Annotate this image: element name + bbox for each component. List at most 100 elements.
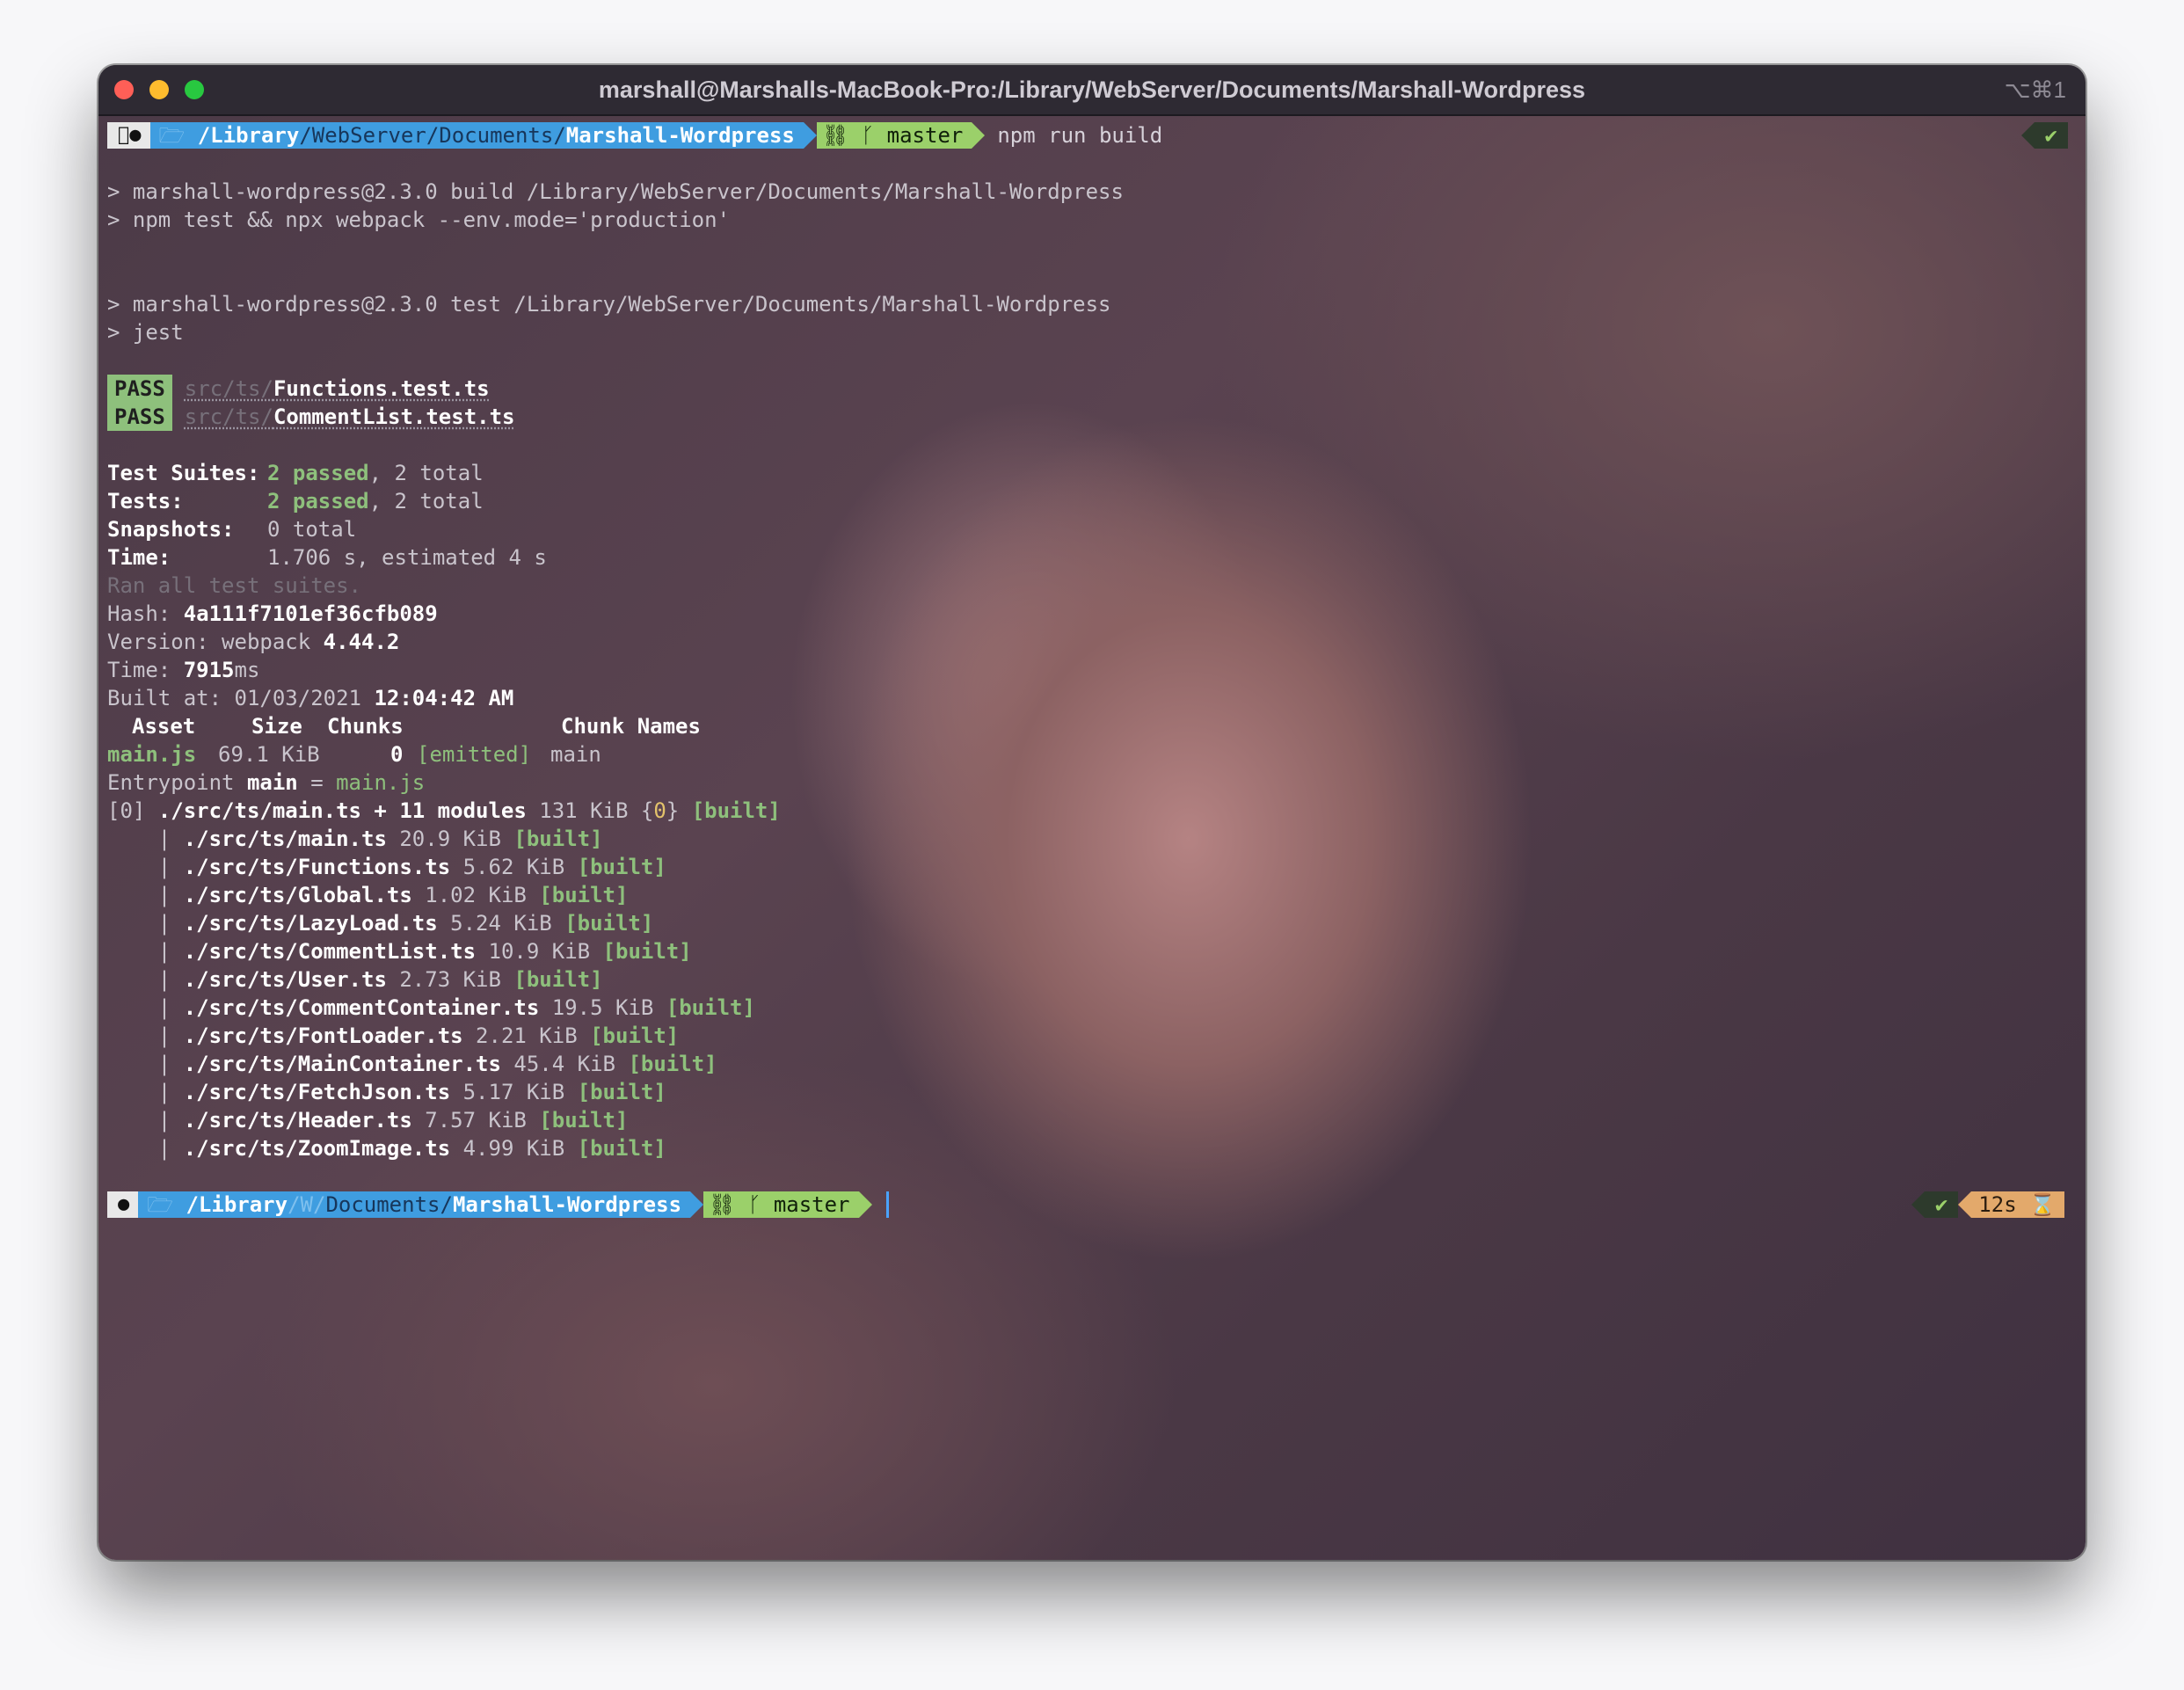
branch-name: master — [773, 1192, 850, 1217]
module-path: ./src/ts/ZoomImage.ts — [183, 1136, 451, 1161]
prompt-git-branch: ⛓ ᚴ master — [703, 1191, 859, 1218]
module-size: 10.9 KiB — [476, 939, 603, 964]
ran-all-note: Ran all test suites. — [107, 573, 361, 598]
title-bar[interactable]: marshall@Marshalls-MacBook-Pro:/Library/… — [98, 65, 2086, 116]
module-row: | ./src/ts/Header.ts 7.57 KiB [built] — [107, 1108, 629, 1133]
time-label: Time: — [107, 658, 184, 682]
version-label: Version: webpack — [107, 630, 324, 654]
webpack-built-at: Built at: 01/03/2021 12:04:42 AM — [107, 684, 2077, 712]
chunk-id: 0 — [653, 798, 666, 823]
module-row: | ./src/ts/FetchJson.ts 5.17 KiB [built] — [107, 1080, 666, 1104]
terminal-output[interactable]: ● 🗁 /Library/WebServer/Documents/Marsha… — [107, 121, 2077, 1560]
pass-badge: PASS — [107, 375, 172, 403]
header-chunks: Chunks — [327, 714, 404, 739]
module-status: [built] — [590, 1023, 680, 1048]
module-row: | ./src/ts/MainContainer.ts 45.4 KiB [bu… — [107, 1052, 717, 1076]
prompt-line: ● 🗁 /Library/WebServer/Documents/Marsha… — [107, 121, 2077, 149]
summary-label: Test Suites: — [107, 461, 260, 485]
path-root: / — [186, 1192, 199, 1217]
module-path: ./src/ts/Global.ts — [183, 883, 412, 907]
text-cursor[interactable] — [885, 1191, 889, 1218]
module-path: ./src/ts/Header.ts — [183, 1108, 412, 1133]
hourglass-icon: ⌛ — [2029, 1192, 2056, 1217]
module-status: [built] — [628, 1052, 717, 1076]
test-result-row: PASS src/ts/CommentList.test.ts — [107, 403, 2077, 431]
module-row: | ./src/ts/ZoomImage.ts 4.99 KiB [built] — [107, 1136, 666, 1161]
module-size: 5.17 KiB — [450, 1080, 578, 1104]
module-status: [built] — [666, 995, 755, 1020]
summary-label: Tests: — [107, 489, 184, 514]
chunk-close: } — [666, 798, 692, 823]
summary-value: 1.706 s, estimated 4 s — [267, 545, 547, 570]
module-path: ./src/ts/MainContainer.ts — [183, 1052, 501, 1076]
prompt-path: 🗁 /Library/W/Documents/Marshall-Wordpres… — [138, 1191, 691, 1218]
test-dir: src/ts/ — [184, 404, 273, 429]
segment-separator — [803, 122, 817, 149]
module-row: | ./src/ts/FontLoader.ts 2.21 KiB [built… — [107, 1023, 680, 1048]
git-icon: ⛓ — [709, 1192, 736, 1217]
summary-total: , 2 total — [368, 461, 484, 485]
terminal-window[interactable]: marshall@Marshalls-MacBook-Pro:/Library/… — [98, 65, 2086, 1560]
module-status: [built] — [577, 855, 666, 879]
module-path: ./src/ts/CommentContainer.ts — [183, 995, 540, 1020]
module-status: [built] — [577, 1080, 666, 1104]
summary-tests: Tests: 2 passed, 2 total — [107, 487, 2077, 515]
summary-total: , 2 total — [368, 489, 484, 514]
chunk-prefix: [0] — [107, 798, 158, 823]
module-status: [built] — [539, 883, 629, 907]
module-row: | ./src/ts/User.ts 2.73 KiB [built] — [107, 967, 603, 992]
entrypoint-file: main.js — [336, 770, 426, 795]
summary-value: 0 total — [267, 517, 357, 542]
module-path: ./src/ts/User.ts — [183, 967, 387, 992]
path-abbrev: /W/ — [288, 1192, 326, 1217]
module-path: ./src/ts/FontLoader.ts — [183, 1023, 463, 1048]
segment-separator — [1911, 1191, 1925, 1218]
summary-passed: 2 passed — [267, 461, 369, 485]
entrypoint-line: Entrypoint main = main.js — [107, 769, 2077, 797]
prompt-line-current[interactable]: ● 🗁 /Library/W/Documents/Marshall-Wordpr… — [107, 1191, 2077, 1219]
module-status: [built] — [564, 911, 654, 936]
module-status: [built] — [513, 827, 603, 851]
entrypoint-label: Entrypoint — [107, 770, 247, 795]
built-time: 12:04:42 AM — [374, 686, 514, 710]
chunk-module: ./src/ts/main.ts + 11 modules — [157, 798, 527, 823]
built-label: Built at: 01/03/2021 — [107, 686, 375, 710]
path-mid: Documents/ — [325, 1192, 453, 1217]
module-path: ./src/ts/main.ts — [183, 827, 387, 851]
segment-separator — [972, 122, 986, 149]
module-row: | ./src/ts/main.ts 20.9 KiB [built] — [107, 827, 603, 851]
webpack-hash: Hash: 4a111f7101ef36cfb089 — [107, 600, 2077, 628]
chunk-built: [built] — [691, 798, 781, 823]
header-size: Size — [251, 714, 302, 739]
chunk-size: 131 KiB { — [526, 798, 654, 823]
module-row: | ./src/ts/Functions.ts 5.62 KiB [built] — [107, 855, 666, 879]
prompt-right-status: ✔ 12s ⌛ — [1911, 1191, 2064, 1218]
build-script-command: > npm test && npx webpack --env.mode='pr… — [107, 208, 731, 232]
module-size: 4.99 KiB — [450, 1136, 578, 1161]
asset-chunks: 0 — [390, 742, 404, 767]
header-chunk-names: Chunk Names — [561, 714, 701, 739]
asset-name: main.js — [107, 742, 197, 767]
asset-size: 69.1 KiB — [218, 742, 320, 767]
summary-label: Snapshots: — [107, 517, 235, 542]
module-row: | ./src/ts/Global.ts 1.02 KiB [built] — [107, 883, 629, 907]
path-library: Library — [198, 123, 299, 148]
time-value: 7915 — [183, 658, 235, 682]
module-status: [built] — [539, 1108, 629, 1133]
summary-passed: 2 passed — [267, 489, 369, 514]
path-root: / — [186, 123, 210, 148]
module-path: ./src/ts/LazyLoad.ts — [183, 911, 438, 936]
module-size: 19.5 KiB — [539, 995, 666, 1020]
module-status: [built] — [577, 1136, 666, 1161]
duration-badge: 12s ⌛ — [1971, 1191, 2064, 1218]
success-icon: ✔ — [1924, 1191, 1959, 1218]
prompt-right-status: ✔ — [2020, 122, 2068, 149]
chunk-line: [0] ./src/ts/main.ts + 11 modules 131 Ki… — [107, 797, 2077, 825]
apple-icon: ● — [107, 122, 150, 149]
module-row: | ./src/ts/LazyLoad.ts 5.24 KiB [built] — [107, 911, 654, 936]
summary-time: Time: 1.706 s, estimated 4 s — [107, 543, 2077, 572]
asset-table-header: Asset Size Chunks Chunk Names — [107, 712, 2077, 740]
version-value: 4.44.2 — [323, 630, 400, 654]
window-title: marshall@Marshalls-MacBook-Pro:/Library/… — [598, 76, 1586, 103]
module-size: 2.21 KiB — [462, 1023, 591, 1048]
